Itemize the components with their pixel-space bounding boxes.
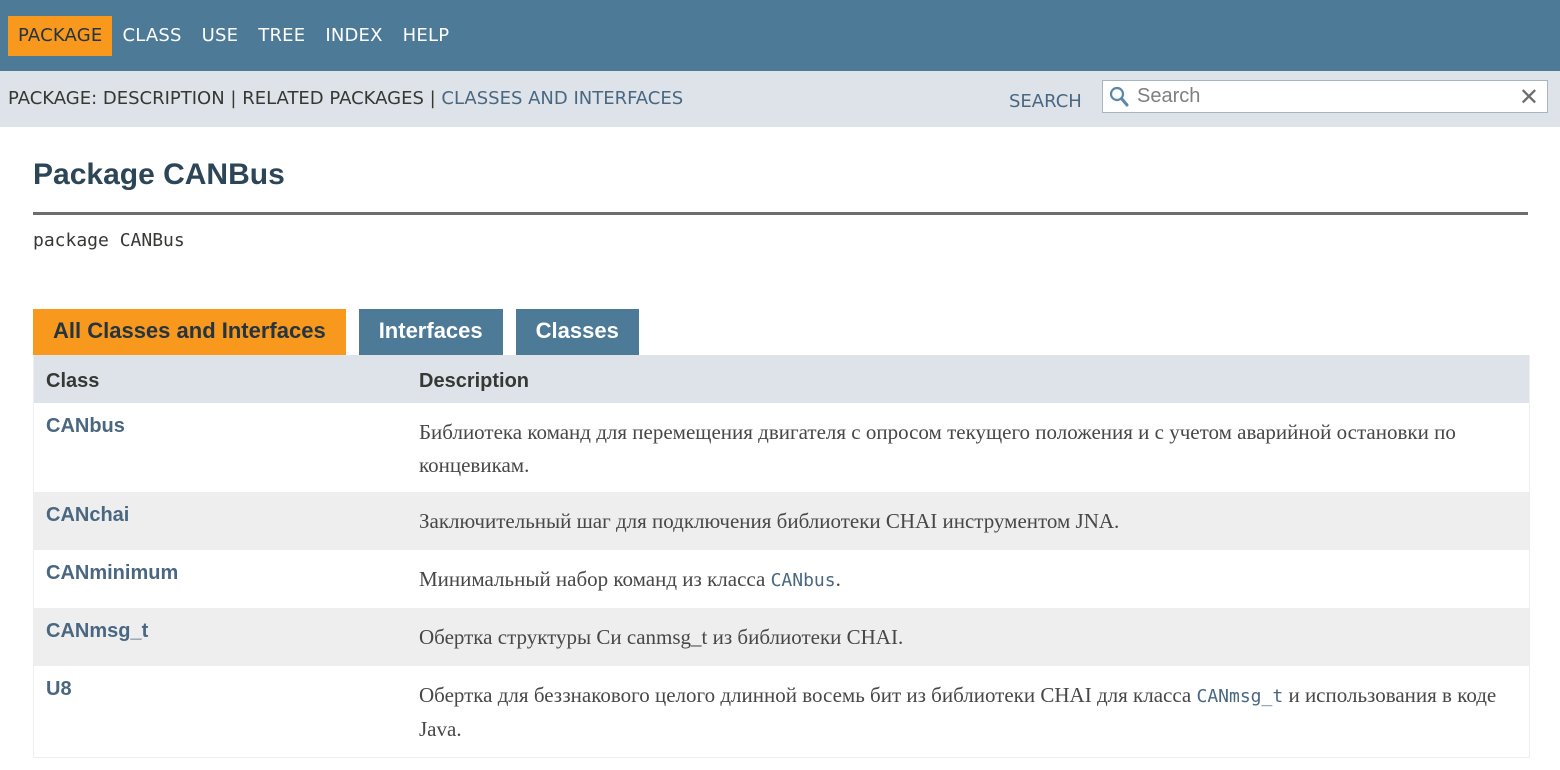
tab-all-classes-and-interfaces[interactable]: All Classes and Interfaces bbox=[33, 309, 346, 355]
class-description: Заключительный шаг для подключения библи… bbox=[419, 509, 1120, 533]
description-text: . bbox=[835, 567, 841, 591]
table-row: CANchai Заключительный шаг для подключен… bbox=[34, 492, 1529, 550]
class-link-canchai[interactable]: CANchai bbox=[46, 504, 129, 527]
table-row: CANbus Библиотека команд для перемещения… bbox=[34, 403, 1529, 492]
column-header-description: Description bbox=[419, 370, 530, 392]
nav-use[interactable]: USE bbox=[192, 16, 249, 56]
class-description: Минимальный набор команд из класса CANbu… bbox=[419, 563, 1499, 597]
top-nav-list: PACKAGE CLASS USE TREE INDEX HELP bbox=[8, 16, 459, 56]
search-input[interactable] bbox=[1137, 83, 1507, 110]
table-header: Class Description bbox=[34, 355, 1529, 403]
package-signature: package CANBus bbox=[33, 230, 185, 251]
nav-help[interactable]: HELP bbox=[393, 16, 460, 56]
nav-tree[interactable]: TREE bbox=[248, 16, 315, 56]
table-row: CANminimum Минимальный набор команд из к… bbox=[34, 550, 1529, 608]
description-text: Минимальный набор команд из класса bbox=[419, 567, 771, 591]
nav-index[interactable]: INDEX bbox=[315, 16, 392, 56]
description-text: Обертка для беззнакового целого длинной … bbox=[419, 683, 1197, 707]
canmsg-t-code-link[interactable]: CANmsg_t bbox=[1197, 686, 1284, 707]
search-icon bbox=[1109, 86, 1129, 107]
nav-package[interactable]: PACKAGE bbox=[8, 16, 113, 56]
subnav-prefix: PACKAGE: DESCRIPTION | RELATED PACKAGES … bbox=[8, 88, 442, 109]
classes-and-interfaces-link[interactable]: CLASSES AND INTERFACES bbox=[441, 88, 683, 109]
table-row: CANmsg_t Обертка структуры Си canmsg_t и… bbox=[34, 608, 1529, 666]
column-header-class: Class bbox=[46, 370, 100, 392]
class-link-canminimum[interactable]: CANminimum bbox=[46, 562, 178, 585]
clear-icon[interactable]: ✕ bbox=[1519, 83, 1539, 111]
canbus-code-link[interactable]: CANbus bbox=[771, 570, 836, 591]
class-link-canmsg-t[interactable]: CANmsg_t bbox=[46, 620, 148, 643]
tab-interfaces[interactable]: Interfaces bbox=[358, 309, 503, 355]
class-description: Обертка структуры Си canmsg_t из библиот… bbox=[419, 625, 904, 649]
page-title: Package CANBus bbox=[33, 158, 285, 191]
table-row: U8 Обертка для беззнакового целого длинн… bbox=[34, 666, 1529, 757]
nav-class[interactable]: CLASS bbox=[112, 16, 191, 56]
subnav-links: PACKAGE: DESCRIPTION | RELATED PACKAGES … bbox=[8, 88, 683, 109]
class-link-canbus[interactable]: CANbus bbox=[46, 415, 125, 438]
class-link-u8[interactable]: U8 bbox=[46, 678, 72, 701]
class-tabs: All Classes and Interfaces Interfaces Cl… bbox=[33, 309, 652, 355]
class-description: Библиотека команд для перемещения двигат… bbox=[419, 420, 1456, 477]
tab-classes[interactable]: Classes bbox=[515, 309, 639, 355]
class-description: Обертка для беззнакового целого длинной … bbox=[419, 679, 1499, 746]
search-box[interactable]: ✕ bbox=[1102, 80, 1548, 113]
class-summary-table: Class Description CANbus Библиотека кома… bbox=[33, 355, 1530, 758]
search-label: SEARCH bbox=[1009, 91, 1082, 112]
sub-navbar: PACKAGE: DESCRIPTION | RELATED PACKAGES … bbox=[0, 71, 1560, 127]
top-navbar: PACKAGE CLASS USE TREE INDEX HELP bbox=[0, 0, 1560, 71]
title-divider bbox=[33, 212, 1528, 215]
